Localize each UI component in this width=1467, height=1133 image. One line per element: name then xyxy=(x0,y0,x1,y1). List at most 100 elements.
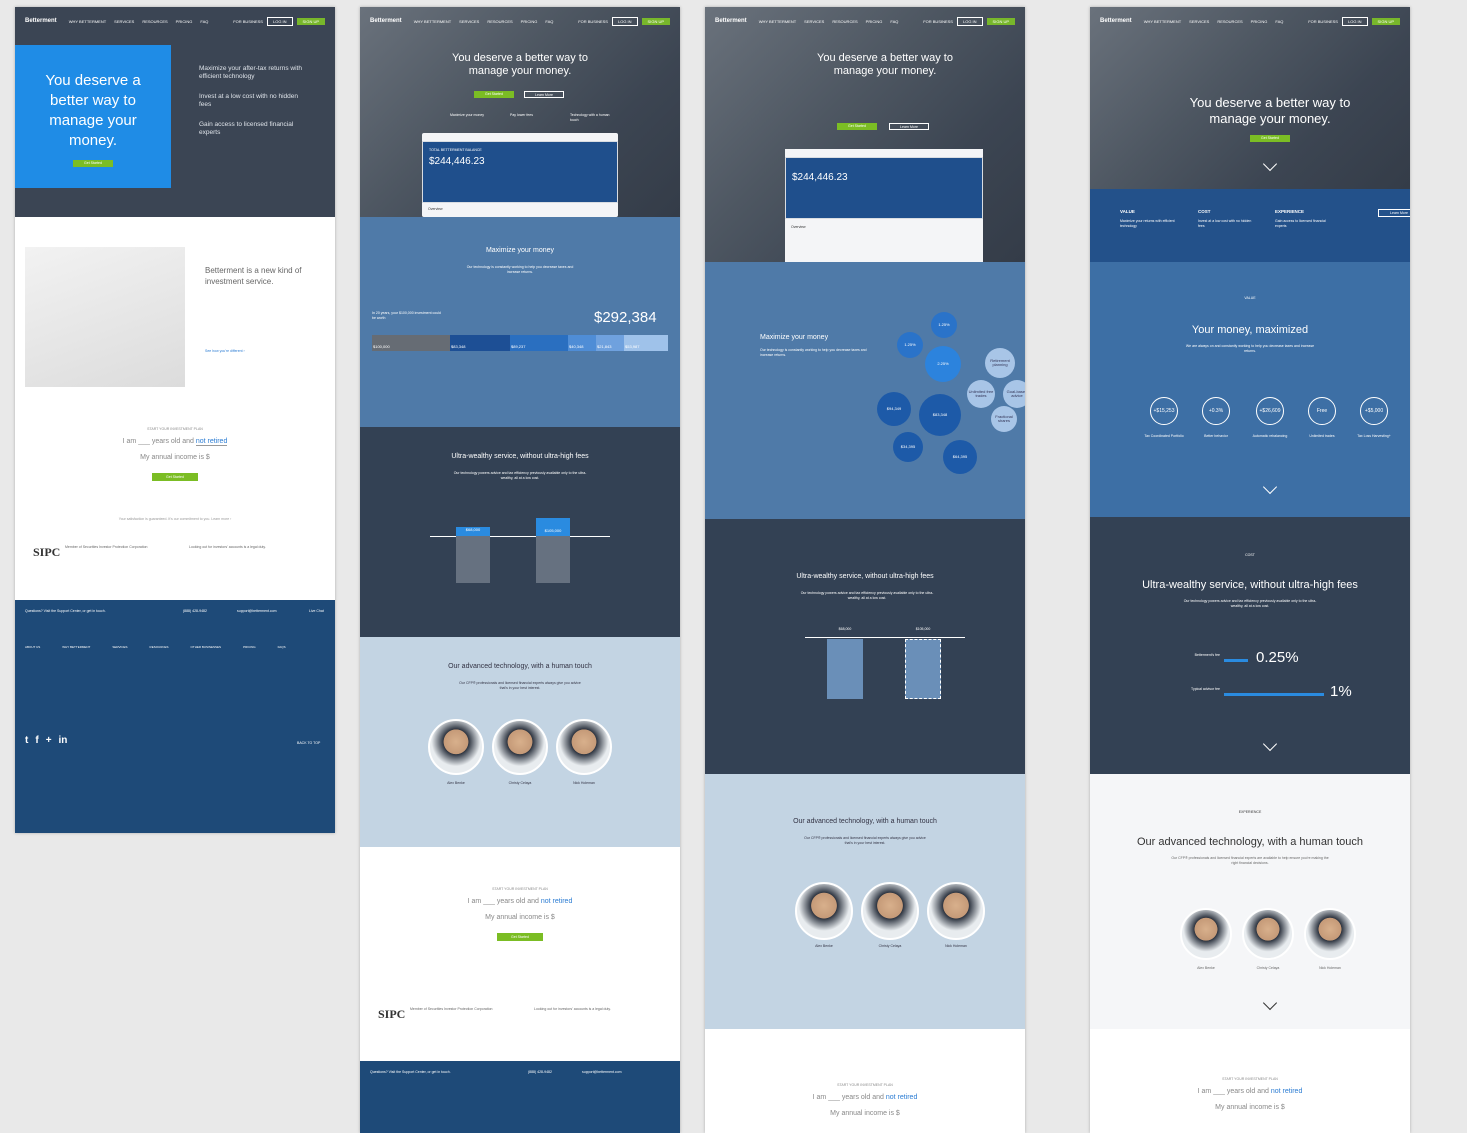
hero-get-started-button[interactable]: Get Started xyxy=(1250,135,1290,142)
fee-bar-betterment xyxy=(827,639,863,699)
plan-section: START YOUR INVESTMENT PLAN I am ___ year… xyxy=(360,887,680,943)
plan-status-select[interactable]: not retired xyxy=(1271,1088,1303,1095)
advisor-photo-1 xyxy=(795,882,853,940)
scroll-down-icon[interactable] xyxy=(1262,479,1278,495)
pillars-learn-more-button[interactable]: Learn More xyxy=(1378,209,1410,217)
triad-2: Pay lower fees xyxy=(510,113,533,117)
scroll-down-icon[interactable] xyxy=(1262,995,1278,1011)
nav-faq[interactable]: FAQ xyxy=(890,19,898,24)
plan-income[interactable]: My annual income is $ xyxy=(15,454,335,461)
nav-business[interactable]: FOR BUSINESS xyxy=(233,19,263,24)
signup-button[interactable]: SIGN UP xyxy=(986,17,1015,25)
nav-faq[interactable]: FAQ xyxy=(1275,19,1283,24)
plan-income[interactable]: My annual income is $ xyxy=(360,914,680,921)
plan-i-am: I am xyxy=(467,898,482,905)
cost-label: COST xyxy=(1245,553,1255,557)
advisor-photo-2 xyxy=(492,719,548,775)
footer-chat[interactable]: Live Chat xyxy=(309,609,324,614)
nav-why[interactable]: WHY BETTERMENT xyxy=(1144,19,1181,24)
footer-question: Questions? Visit the Support Center, or … xyxy=(25,609,106,613)
login-button[interactable]: LOG IN xyxy=(611,16,638,26)
advisor-photo-1 xyxy=(428,719,484,775)
hero-get-started-button[interactable]: Get Started xyxy=(837,123,877,130)
overview-tab[interactable]: Overview xyxy=(791,225,806,230)
plan-status-select[interactable]: not retired xyxy=(886,1094,918,1101)
total-value: $292,384 xyxy=(594,309,657,326)
twitter-icon[interactable]: t xyxy=(25,735,28,746)
intro-link[interactable]: See how you're different › xyxy=(205,349,245,354)
nav-services[interactable]: SERVICES xyxy=(459,19,479,24)
nav-services[interactable]: SERVICES xyxy=(114,19,134,24)
bubble-8: Retirement planning xyxy=(985,348,1015,378)
nav-business[interactable]: FOR BUSINESS xyxy=(578,19,608,24)
balance-value: $244,446.23 xyxy=(429,156,485,167)
back-to-top-link[interactable]: BACK TO TOP xyxy=(297,741,320,746)
plan-get-started-button[interactable]: Get Started xyxy=(152,473,198,481)
nav-resources[interactable]: RESOURCES xyxy=(1217,19,1242,24)
fiduciary-title: Looking out for investors' accounts is a… xyxy=(534,1007,611,1011)
footer-phone[interactable]: (888) 428-9482 xyxy=(183,609,207,614)
scroll-down-icon[interactable] xyxy=(1262,736,1278,752)
sipc-logo: SIPC xyxy=(378,1007,406,1021)
bar-initial: $100,000 xyxy=(372,335,450,351)
dashboard-mockup: TOTAL BETTERMENT BALANCE $244,446.23 Ove… xyxy=(422,133,618,217)
advanced-section: Our advanced technology, with a human to… xyxy=(705,774,1025,1029)
hero-learn-more-button[interactable]: Learn More xyxy=(524,91,564,98)
nav-business[interactable]: FOR BUSINESS xyxy=(1308,19,1338,24)
nav-pricing[interactable]: PRICING xyxy=(176,19,193,24)
nav-pricing[interactable]: PRICING xyxy=(866,19,883,24)
value-label: VALUE xyxy=(1244,296,1256,300)
nav-resources[interactable]: RESOURCES xyxy=(487,19,512,24)
plan-label: START YOUR INVESTMENT PLAN xyxy=(837,1083,893,1087)
hero-get-started-button[interactable]: Get Started xyxy=(73,160,113,167)
footer-email[interactable]: support@betterment.com xyxy=(582,1070,622,1075)
hero-get-started-button[interactable]: Get Started xyxy=(474,91,514,98)
footer-phone[interactable]: (888) 428-9482 xyxy=(528,1070,552,1075)
bar-tcp: $53,987 xyxy=(624,335,668,351)
nav-why[interactable]: WHY BETTERMENT xyxy=(414,19,451,24)
brand-logo[interactable]: Betterment xyxy=(370,18,402,24)
login-button[interactable]: LOG IN xyxy=(956,16,983,26)
facebook-icon[interactable]: f xyxy=(35,735,38,746)
advisor-name-3: Nick Holeman xyxy=(573,781,595,785)
brand-logo[interactable]: Betterment xyxy=(715,18,747,24)
nav-business[interactable]: FOR BUSINESS xyxy=(923,19,953,24)
plan-section: START YOUR INVESTMENT PLAN I am ___ year… xyxy=(705,1083,1025,1117)
brand-logo[interactable]: Betterment xyxy=(1100,18,1132,24)
nav-services[interactable]: SERVICES xyxy=(804,19,824,24)
nav-services[interactable]: SERVICES xyxy=(1189,19,1209,24)
nav-why[interactable]: WHY BETTERMENT xyxy=(759,19,796,24)
fee-value-1: $68,000 xyxy=(456,527,490,536)
overview-tab[interactable]: Overview xyxy=(428,207,443,212)
footer-email[interactable]: support@betterment.com xyxy=(237,609,277,614)
advisor-name-1: Alex Benke xyxy=(1197,966,1215,970)
ring-4: Free xyxy=(1308,397,1336,425)
plan-income[interactable]: My annual income is $ xyxy=(1090,1104,1410,1111)
nav-faq[interactable]: FAQ xyxy=(200,19,208,24)
login-button[interactable]: LOG IN xyxy=(266,16,293,26)
signup-button[interactable]: SIGN UP xyxy=(641,17,670,25)
login-button[interactable]: LOG IN xyxy=(1341,16,1368,26)
plan-status-select[interactable]: not retired xyxy=(195,438,228,446)
ultra-section: Ultra-wealthy service, without ultra-hig… xyxy=(705,519,1025,774)
maximize-sub: Our technology is constantly working to … xyxy=(466,265,574,274)
nav-pricing[interactable]: PRICING xyxy=(1251,19,1268,24)
fee-value-2: $105,000 xyxy=(536,518,570,536)
linkedin-icon[interactable]: in xyxy=(59,735,68,746)
nav-pricing[interactable]: PRICING xyxy=(521,19,538,24)
plan-income[interactable]: My annual income is $ xyxy=(705,1110,1025,1117)
nav-resources[interactable]: RESOURCES xyxy=(832,19,857,24)
bubble-10: Goal-based advice xyxy=(1003,380,1025,408)
advisor-photo-1 xyxy=(1180,908,1232,960)
nav-faq[interactable]: FAQ xyxy=(545,19,553,24)
plan-status-select[interactable]: not retired xyxy=(541,898,573,905)
nav-resources[interactable]: RESOURCES xyxy=(142,19,167,24)
value-sub: We are always on and constantly working … xyxy=(1185,344,1315,353)
hero-learn-more-button[interactable]: Learn More xyxy=(889,123,929,130)
plan-get-started-button[interactable]: Get Started xyxy=(497,933,543,941)
nav-why[interactable]: WHY BETTERMENT xyxy=(69,19,106,24)
brand-logo[interactable]: Betterment xyxy=(25,18,57,24)
signup-button[interactable]: SIGN UP xyxy=(1371,17,1400,25)
google-plus-icon[interactable]: + xyxy=(46,735,52,746)
signup-button[interactable]: SIGN UP xyxy=(296,17,325,25)
